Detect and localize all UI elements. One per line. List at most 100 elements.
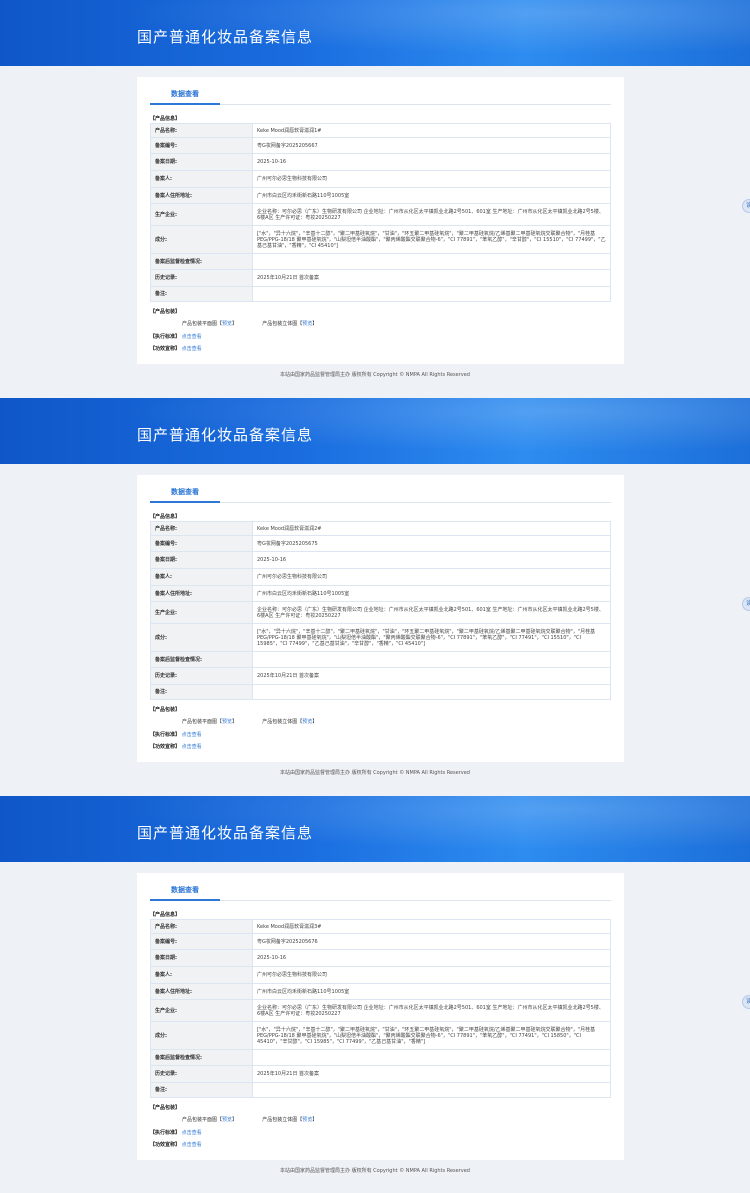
preview-front-link[interactable]: 预览 bbox=[222, 321, 232, 327]
value-filer-address: 广州市白云区均禾街新石路110号1005室 bbox=[252, 983, 611, 1000]
value-filing-number: 粤G妆网备字2025205675 bbox=[252, 535, 611, 552]
value-filing-number: 粤G妆网备字2025205667 bbox=[252, 137, 611, 154]
label-inspection: 备案后监督检查情况: bbox=[150, 651, 253, 668]
efficacy-view-link[interactable]: 点击查看 bbox=[182, 346, 202, 352]
tab-data-view[interactable]: 数据查看 bbox=[150, 883, 220, 901]
row-remarks: 备注: bbox=[150, 684, 611, 700]
value-producer: 企业名称：可尔必思（广东）生物研发有限公司 企业地址：广州市从化区太平镇凯业北路… bbox=[252, 601, 611, 624]
section-package-label: 【产品包装】 bbox=[150, 707, 181, 713]
label-remarks: 备注: bbox=[150, 684, 253, 700]
label-product-name: 产品名称: bbox=[150, 521, 253, 536]
value-product-name: Keke Mood润唇软膏滋润1# bbox=[252, 123, 611, 138]
standard-line: 【执行标准】 点击查看 bbox=[150, 1129, 202, 1136]
record-screen: 国产普通化妆品备案信息 数据查看 【产品信息】 产品名称: Keke Mood润唇… bbox=[0, 0, 750, 397]
row-filing-date: 备案日期: 2025-10-16 bbox=[150, 551, 611, 569]
value-filer-address: 广州市白云区均禾街新石路110号1005室 bbox=[252, 187, 611, 204]
row-filing-number: 备案编号: 粤G妆网备字2025205676 bbox=[150, 933, 611, 950]
value-history: 2025年10月21日 首次备案 bbox=[252, 1065, 611, 1083]
row-ingredients: 成分: ["水"，"异十六烷"，"辛基十二醇"，"聚二甲基硅氧烷"，"甘油"，"环… bbox=[150, 1021, 611, 1050]
value-filer: 广州可尔必思生物科技有限公司 bbox=[252, 568, 611, 586]
value-filing-date: 2025-10-16 bbox=[252, 551, 611, 569]
row-product-name: 产品名称: Keke Mood润唇软膏滋润1# bbox=[150, 123, 611, 138]
value-producer: 企业名称：可尔必思（广东）生物研发有限公司 企业地址：广州市从化区太平镇凯业北路… bbox=[252, 203, 611, 226]
standard-line: 【执行标准】 点击查看 bbox=[150, 333, 202, 340]
bracket-close: 】 bbox=[312, 719, 318, 725]
row-producer: 生产企业: 企业名称：可尔必思（广东）生物研发有限公司 企业地址：广州市从化区太平… bbox=[150, 601, 611, 624]
footer-copyright: 本站由国家药品监督管理局主办 版权所有 Copyright © NMPA All… bbox=[280, 372, 470, 378]
value-filing-number: 粤G妆网备字2025205676 bbox=[252, 933, 611, 950]
standard-view-link[interactable]: 点击查看 bbox=[182, 334, 202, 340]
label-ingredients: 成分: bbox=[150, 623, 253, 652]
package-images-line: 产品包装平面图【预览】 产品包装立体图【预览】 bbox=[182, 718, 317, 725]
efficacy-line: 【功效宣称】 点击查看 bbox=[150, 743, 202, 750]
value-product-name: Keke Mood润唇软膏滋润3# bbox=[252, 919, 611, 934]
value-ingredients: ["水"，"异十六烷"，"辛基十二醇"，"聚二甲基硅氧烷"，"甘油"，"环五聚二… bbox=[252, 623, 611, 652]
side-read-button[interactable]: 读 bbox=[742, 995, 750, 1009]
tab-data-view[interactable]: 数据查看 bbox=[150, 87, 220, 105]
bracket-close: 】 bbox=[232, 1117, 238, 1123]
package-images-line: 产品包装平面图【预览】 产品包装立体图【预览】 bbox=[182, 320, 317, 327]
package-3d-label: 产品包装立体图 bbox=[262, 1117, 298, 1123]
label-history: 历史记录: bbox=[150, 269, 253, 287]
efficacy-line: 【功效宣称】 点击查看 bbox=[150, 1141, 202, 1148]
row-filer: 备案人: 广州可尔必思生物科技有限公司 bbox=[150, 966, 611, 984]
row-inspection: 备案后监督检查情况: bbox=[150, 651, 611, 668]
detail-card: 数据查看 【产品信息】 产品名称: Keke Mood润唇软膏滋润3# 备案编号:… bbox=[137, 873, 624, 1160]
label-filing-number: 备案编号: bbox=[150, 137, 253, 154]
value-history: 2025年10月21日 首次备案 bbox=[252, 269, 611, 287]
label-ingredients: 成分: bbox=[150, 1021, 253, 1050]
value-remarks bbox=[252, 1082, 611, 1098]
tab-data-view[interactable]: 数据查看 bbox=[150, 485, 220, 503]
standard-view-link[interactable]: 点击查看 bbox=[182, 732, 202, 738]
row-product-name: 产品名称: Keke Mood润唇软膏滋润3# bbox=[150, 919, 611, 934]
side-read-button[interactable]: 读 bbox=[742, 199, 750, 213]
label-ingredients: 成分: bbox=[150, 225, 253, 254]
row-history: 历史记录: 2025年10月21日 首次备案 bbox=[150, 269, 611, 287]
record-screen: 国产普通化妆品备案信息 数据查看 【产品信息】 产品名称: Keke Mood润唇… bbox=[0, 398, 750, 795]
value-remarks bbox=[252, 286, 611, 302]
value-filing-date: 2025-10-16 bbox=[252, 153, 611, 171]
label-producer: 生产企业: bbox=[150, 601, 253, 624]
label-filing-date: 备案日期: bbox=[150, 949, 253, 967]
label-inspection: 备案后监督检查情况: bbox=[150, 1049, 253, 1066]
row-history: 历史记录: 2025年10月21日 首次备案 bbox=[150, 667, 611, 685]
label-history: 历史记录: bbox=[150, 667, 253, 685]
label-product-name: 产品名称: bbox=[150, 123, 253, 138]
label-filer: 备案人: bbox=[150, 170, 253, 188]
page-title: 国产普通化妆品备案信息 bbox=[137, 824, 314, 842]
value-filer: 广州可尔必思生物科技有限公司 bbox=[252, 966, 611, 984]
preview-front-link[interactable]: 预览 bbox=[222, 719, 232, 725]
value-inspection bbox=[252, 651, 611, 668]
page-title: 国产普通化妆品备案信息 bbox=[137, 28, 314, 46]
detail-card: 数据查看 【产品信息】 产品名称: Keke Mood润唇软膏滋润1# 备案编号:… bbox=[137, 77, 624, 364]
package-front-label: 产品包装平面图 bbox=[182, 719, 218, 725]
efficacy-view-link[interactable]: 点击查看 bbox=[182, 1142, 202, 1148]
standard-view-link[interactable]: 点击查看 bbox=[182, 1130, 202, 1136]
side-read-button[interactable]: 读 bbox=[742, 597, 750, 611]
row-ingredients: 成分: ["水"，"异十六烷"，"辛基十二醇"，"聚二甲基硅氧烷"，"甘油"，"环… bbox=[150, 225, 611, 254]
preview-3d-link[interactable]: 预览 bbox=[302, 321, 312, 327]
value-producer: 企业名称：可尔必思（广东）生物研发有限公司 企业地址：广州市从化区太平镇凯业北路… bbox=[252, 999, 611, 1022]
preview-3d-link[interactable]: 预览 bbox=[302, 1117, 312, 1123]
section-product-info-label: 【产品信息】 bbox=[150, 116, 181, 122]
section-package-label: 【产品包装】 bbox=[150, 309, 181, 315]
section-product-info-label: 【产品信息】 bbox=[150, 912, 181, 918]
label-filing-date: 备案日期: bbox=[150, 153, 253, 171]
label-filer-address: 备案人住所地址: bbox=[150, 585, 253, 602]
row-filing-number: 备案编号: 粤G妆网备字2025205667 bbox=[150, 137, 611, 154]
preview-3d-link[interactable]: 预览 bbox=[302, 719, 312, 725]
preview-front-link[interactable]: 预览 bbox=[222, 1117, 232, 1123]
package-3d-label: 产品包装立体图 bbox=[262, 719, 298, 725]
row-filer-address: 备案人住所地址: 广州市白云区均禾街新石路110号1005室 bbox=[150, 187, 611, 204]
package-front-label: 产品包装平面图 bbox=[182, 321, 218, 327]
label-remarks: 备注: bbox=[150, 1082, 253, 1098]
efficacy-view-link[interactable]: 点击查看 bbox=[182, 744, 202, 750]
tab-bar: 数据查看 bbox=[150, 87, 611, 105]
row-filer: 备案人: 广州可尔必思生物科技有限公司 bbox=[150, 170, 611, 188]
efficacy-label: 【功效宣称】 bbox=[150, 346, 181, 352]
row-inspection: 备案后监督检查情况: bbox=[150, 253, 611, 270]
value-inspection bbox=[252, 253, 611, 270]
product-info-table: 产品名称: Keke Mood润唇软膏滋润3# 备案编号: 粤G妆网备字202520… bbox=[150, 919, 611, 1098]
row-filer: 备案人: 广州可尔必思生物科技有限公司 bbox=[150, 568, 611, 586]
standard-label: 【执行标准】 bbox=[150, 1130, 181, 1136]
